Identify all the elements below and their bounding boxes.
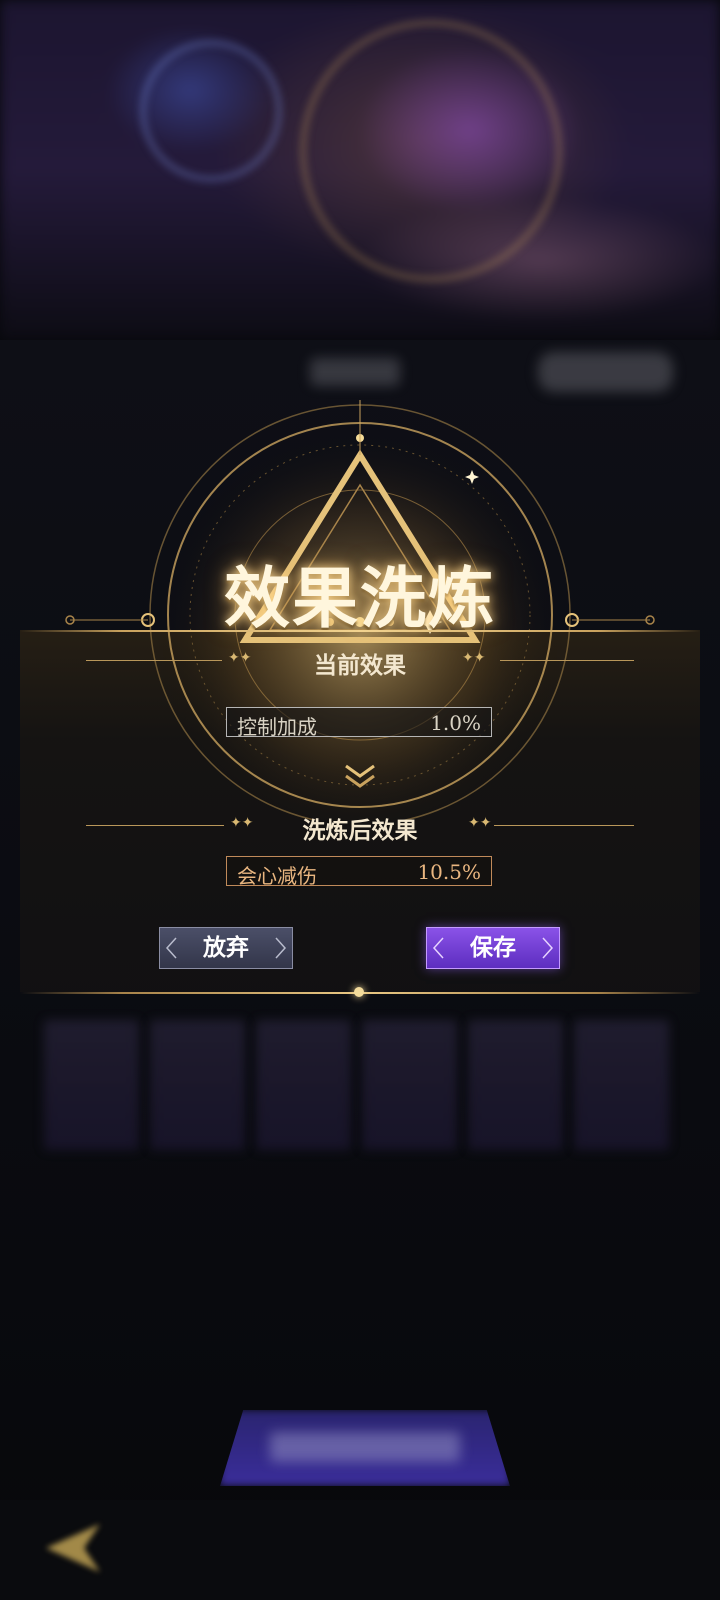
divider-line: [500, 660, 634, 661]
blurred-card: [574, 1020, 669, 1150]
current-effect-label: 当前效果: [314, 652, 406, 679]
abandon-button-label: 放弃: [203, 934, 249, 961]
abandon-button[interactable]: 放弃: [159, 927, 293, 969]
blurred-card: [468, 1020, 563, 1150]
current-stat-name: 控制加成: [237, 715, 317, 739]
blurred-bottom-button-text: [270, 1432, 460, 1462]
sparkle-icon: ✦✦: [468, 815, 492, 831]
after-refine-header: ✦✦ 洗炼后效果 ✦✦: [0, 811, 720, 844]
button-ornament-icon: [542, 937, 554, 959]
after-stat-value: 10.5%: [417, 860, 481, 884]
panel-bottom-ornament: [354, 987, 364, 997]
after-refine-label: 洗炼后效果: [302, 817, 418, 844]
background-ring: [140, 40, 282, 182]
button-ornament-icon: [432, 937, 444, 959]
panel-top-border: [20, 630, 700, 632]
background-ring: [300, 20, 562, 282]
current-stat-box: 控制加成 1.0%: [226, 707, 492, 739]
after-stat-box: 会心减伤 10.5%: [226, 856, 492, 888]
save-button-label: 保存: [470, 934, 516, 961]
blurred-card: [44, 1020, 139, 1150]
bottom-bar: [0, 1500, 720, 1600]
blurred-card: [362, 1020, 457, 1150]
after-stat-name: 会心减伤: [237, 864, 317, 888]
sparkle-icon: ✦✦: [462, 650, 486, 666]
blurred-pill-button: [538, 352, 673, 392]
divider-line: [494, 825, 634, 826]
back-arrow-icon: [46, 1524, 100, 1572]
button-ornament-icon: [165, 937, 177, 959]
current-effect-header: ✦✦ 当前效果 ✦✦: [0, 646, 720, 679]
blurred-card: [256, 1020, 351, 1150]
double-chevron-down-icon: [345, 764, 375, 788]
current-stat-value: 1.0%: [430, 711, 481, 735]
save-button[interactable]: 保存: [426, 927, 560, 969]
blurred-card: [150, 1020, 245, 1150]
dialog-title: 效果洗炼: [224, 559, 496, 637]
blurred-tab: [310, 358, 400, 386]
button-ornament-icon: [275, 937, 287, 959]
